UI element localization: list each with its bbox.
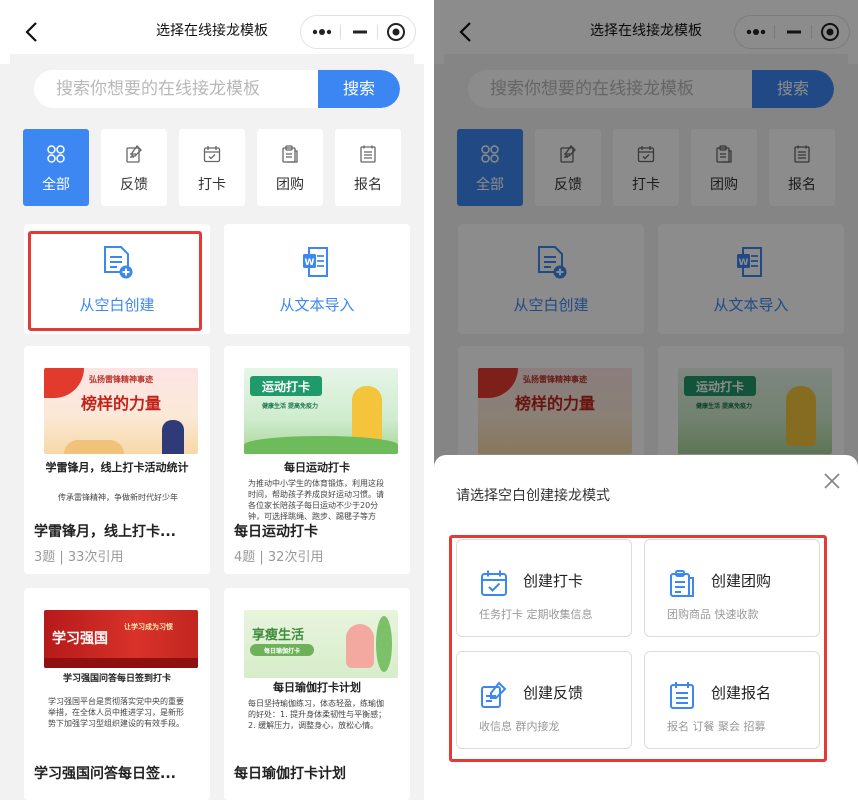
tab-all[interactable]: 全部	[23, 129, 89, 206]
template-thumbnail: 学习强国 让学习成为习惯 学习强国问答每日签到打卡 学习强国平台是贯彻落实党中央…	[30, 602, 204, 762]
template-card[interactable]: 弘扬雷锋精神事迹 榜样的力量 学雷锋月，线上打卡活动统计 传承雷锋精神，争做新时…	[24, 346, 210, 574]
tab-label: 反馈	[120, 177, 148, 193]
option-title: 创建团购	[711, 572, 772, 590]
template-banner: 学习强国 让学习成为习惯	[44, 610, 198, 668]
option-desc: 团购商品 快速收款	[667, 608, 759, 621]
template-thumb-title: 学雷锋月，线上打卡活动统计	[45, 461, 189, 474]
option-desc: 收信息 群内接龙	[479, 720, 560, 733]
edit-doc-icon	[481, 681, 507, 708]
template-thumbnail: 运动打卡 健康生活 提高免疫力 每日运动打卡 为推动中小学生的体育锻炼，利用这段…	[230, 360, 404, 520]
create-blank-label: 从空白创建	[79, 296, 155, 314]
create-mode-sheet: 请选择空白创建接龙模式 创建打卡 任务打卡 定期收集信息 创建团购 团购商品 快…	[434, 455, 858, 800]
template-thumb-body: 传承雷锋精神，争做新时代好少年	[58, 493, 178, 502]
template-name: 每日运动打卡	[234, 524, 318, 540]
tab-signup[interactable]: 报名	[335, 129, 401, 206]
close-target-icon[interactable]	[377, 16, 415, 48]
template-banner: 享瘦生活 每日瑜伽打卡	[244, 610, 398, 678]
template-thumb-title: 学习强国问答每日签到打卡	[62, 674, 171, 684]
template-name: 学习强国问答每日签...	[34, 766, 176, 782]
search-button[interactable]: 搜索	[318, 70, 400, 108]
word-doc-icon: W	[303, 247, 328, 277]
option-title: 创建反馈	[523, 684, 584, 702]
tab-checkin[interactable]: 打卡	[179, 129, 245, 206]
calendar-check-icon	[203, 146, 221, 163]
tab-feedback[interactable]: 反馈	[101, 129, 167, 206]
clipboard-icon	[670, 570, 694, 597]
tab-label: 打卡	[198, 177, 226, 193]
template-thumb-body: 每日坚持瑜伽练习，体态轻盈，练瑜伽的好处：1. 提升身体柔韧性与平衡感；2. 缓…	[248, 699, 387, 730]
new-doc-icon	[104, 246, 133, 279]
category-tabs: 全部 反馈 打卡 团购 报名	[23, 129, 403, 207]
template-card[interactable]: 享瘦生活 每日瑜伽打卡 每日瑜伽打卡计划 每日坚持瑜伽练习，体态轻盈，练瑜伽的好…	[224, 588, 410, 800]
screen-divider	[424, 0, 434, 800]
search-input[interactable]	[34, 70, 318, 108]
list-icon	[670, 682, 694, 709]
template-thumb-title: 每日瑜伽打卡计划	[273, 681, 361, 694]
import-text-label: 从文本导入	[279, 296, 355, 314]
minimize-icon[interactable]	[341, 16, 379, 48]
option-title: 创建打卡	[523, 572, 584, 590]
sheet-title: 请选择空白创建接龙模式	[456, 488, 610, 504]
tab-label: 全部	[42, 177, 70, 193]
mask-top	[434, 0, 858, 54]
template-thumbnail: 享瘦生活 每日瑜伽打卡 每日瑜伽打卡计划 每日坚持瑜伽练习，体态轻盈，练瑜伽的好…	[230, 602, 404, 762]
template-meta: 4题 | 32次引用	[234, 550, 324, 565]
list-icon	[360, 145, 376, 163]
grid-icon	[47, 145, 65, 163]
import-text-button[interactable]: W 从文本导入	[224, 224, 410, 334]
option-desc: 任务打卡 定期收集信息	[479, 608, 593, 621]
mini-program-capsule	[300, 15, 416, 49]
search-bar: 搜索	[34, 70, 400, 108]
template-name: 每日瑜伽打卡计划	[234, 766, 346, 782]
tab-groupbuy[interactable]: 团购	[257, 129, 323, 206]
calendar-check-icon	[481, 570, 507, 596]
option-desc: 报名 订餐 聚会 招募	[667, 720, 766, 733]
template-thumb-body: 为推动中小学生的体育锻炼，利用这段时间，帮助孩子养成良好运动习惯。请各位家长陪孩…	[248, 479, 384, 520]
option-title: 创建报名	[711, 684, 772, 702]
template-banner: 运动打卡 健康生活 提高免疫力	[244, 368, 398, 454]
template-thumb-title: 每日运动打卡	[284, 461, 350, 474]
template-meta: 3题 | 33次引用	[34, 550, 124, 565]
tab-label: 报名	[354, 177, 382, 193]
template-name: 学雷锋月，线上打卡...	[34, 524, 176, 540]
create-blank-button[interactable]: 从空白创建	[24, 224, 210, 334]
create-checkin-option[interactable]: 创建打卡 任务打卡 定期收集信息	[456, 539, 632, 637]
close-icon[interactable]	[822, 471, 842, 491]
clipboard-icon	[282, 145, 298, 163]
tab-label: 团购	[276, 177, 304, 193]
template-card[interactable]: 学习强国 让学习成为习惯 学习强国问答每日签到打卡 学习强国平台是贯彻落实党中央…	[24, 588, 210, 800]
main-content: 搜索 全部 反馈 打卡 团购 报名	[10, 54, 414, 800]
create-mode-screen: 选择在线接龙模板 搜索 全部 反馈 打卡	[434, 0, 858, 800]
create-feedback-option[interactable]: 创建反馈 收信息 群内接龙	[456, 651, 632, 749]
template-thumbnail: 弘扬雷锋精神事迹 榜样的力量 学雷锋月，线上打卡活动统计 传承雷锋精神，争做新时…	[30, 360, 204, 520]
more-icon[interactable]	[303, 16, 341, 48]
template-picker-screen: 选择在线接龙模板 搜索 全部 反馈 打卡	[0, 0, 424, 800]
create-signup-option[interactable]: 创建报名 报名 订餐 聚会 招募	[644, 651, 820, 749]
create-groupbuy-option[interactable]: 创建团购 团购商品 快速收款	[644, 539, 820, 637]
template-thumb-body: 学习强国平台是贯彻落实党中央的重要举措，在全体人员中推进学习，是新形势下加强学习…	[48, 697, 184, 728]
template-card[interactable]: 运动打卡 健康生活 提高免疫力 每日运动打卡 为推动中小学生的体育锻炼，利用这段…	[224, 346, 410, 574]
template-banner: 弘扬雷锋精神事迹 榜样的力量	[44, 368, 198, 454]
svg-text:W: W	[305, 258, 315, 268]
edit-doc-icon	[126, 144, 142, 163]
